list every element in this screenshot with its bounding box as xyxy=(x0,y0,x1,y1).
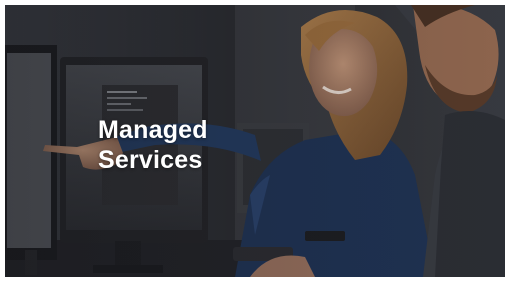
banner-title-line-2: Services xyxy=(98,146,203,174)
banner-title-line-1: Managed xyxy=(98,116,208,144)
banner-title: Managed Services xyxy=(98,115,208,175)
image-darkening-overlay xyxy=(5,5,505,277)
managed-services-banner[interactable]: Managed Services xyxy=(5,5,505,277)
